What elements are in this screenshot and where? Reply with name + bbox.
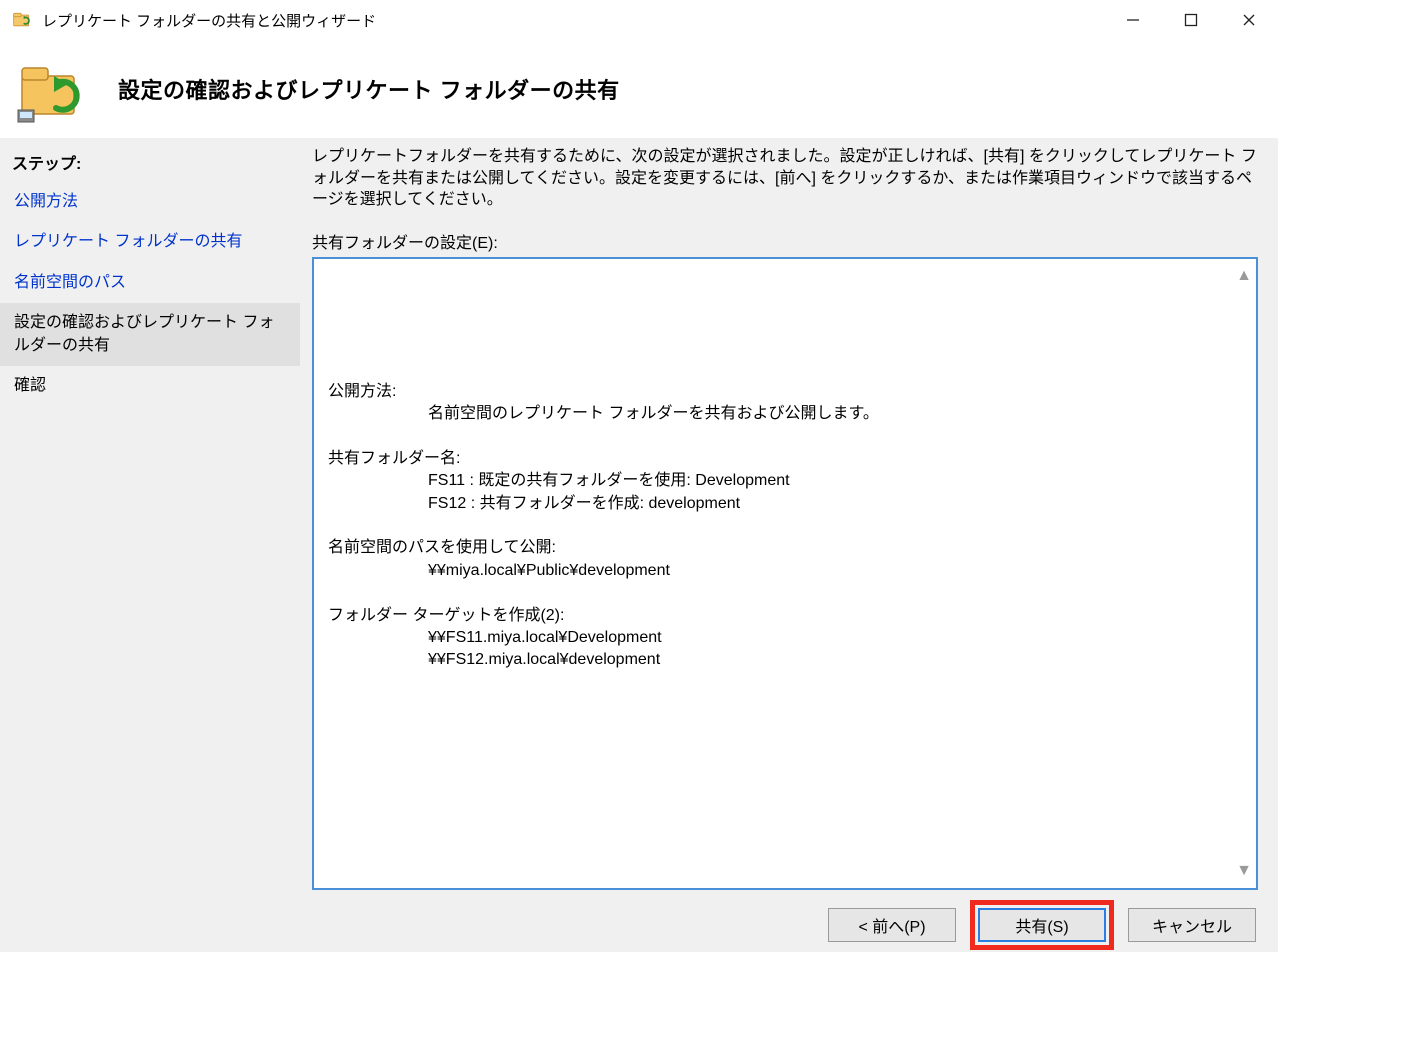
- scroll-down-icon[interactable]: ▼: [1236, 860, 1252, 882]
- close-button[interactable]: [1220, 0, 1278, 40]
- window-controls: [1104, 0, 1278, 40]
- step-review-settings[interactable]: 設定の確認およびレプリケート フォルダーの共有: [0, 303, 300, 366]
- scroll-up-icon[interactable]: ▲: [1236, 265, 1252, 287]
- content-pane: レプリケートフォルダーを共有するために、次の設定が選択されました。設定が正しけれ…: [300, 138, 1278, 898]
- wizard-body: ステップ: 公開方法 レプリケート フォルダーの共有 名前空間のパス 設定の確認…: [0, 138, 1278, 898]
- wizard-app-icon: [12, 10, 32, 30]
- step-publish-method[interactable]: 公開方法: [0, 182, 300, 222]
- steps-label: ステップ:: [0, 146, 300, 182]
- minimize-button[interactable]: [1104, 0, 1162, 40]
- settings-textbox[interactable]: ▲ ▼ 公開方法:名前空間のレプリケート フォルダーを共有および公開します。 共…: [312, 257, 1258, 890]
- wizard-header: 設定の確認およびレプリケート フォルダーの共有: [0, 40, 1278, 138]
- settings-content: 公開方法:名前空間のレプリケート フォルダーを共有および公開します。 共有フォル…: [328, 358, 1242, 671]
- titlebar: レプリケート フォルダーの共有と公開ウィザード: [0, 0, 1278, 40]
- step-share-replicated-folder[interactable]: レプリケート フォルダーの共有: [0, 222, 300, 262]
- steps-sidebar: ステップ: 公開方法 レプリケート フォルダーの共有 名前空間のパス 設定の確認…: [0, 138, 300, 898]
- share-button[interactable]: 共有(S): [978, 908, 1106, 942]
- step-confirmation[interactable]: 確認: [0, 366, 300, 406]
- wizard-footer: < 前へ(P) 共有(S) キャンセル: [0, 898, 1278, 952]
- step-namespace-path[interactable]: 名前空間のパス: [0, 263, 300, 303]
- page-heading: 設定の確認およびレプリケート フォルダーの共有: [118, 73, 620, 105]
- wizard-folder-icon: [16, 52, 90, 126]
- back-button[interactable]: < 前へ(P): [828, 908, 956, 942]
- maximize-button[interactable]: [1162, 0, 1220, 40]
- instructions-text: レプリケートフォルダーを共有するために、次の設定が選択されました。設定が正しけれ…: [312, 146, 1258, 211]
- window-title: レプリケート フォルダーの共有と公開ウィザード: [42, 10, 1104, 31]
- cancel-button[interactable]: キャンセル: [1128, 908, 1256, 942]
- share-button-highlight: 共有(S): [970, 900, 1114, 950]
- settings-label: 共有フォルダーの設定(E):: [312, 229, 1258, 253]
